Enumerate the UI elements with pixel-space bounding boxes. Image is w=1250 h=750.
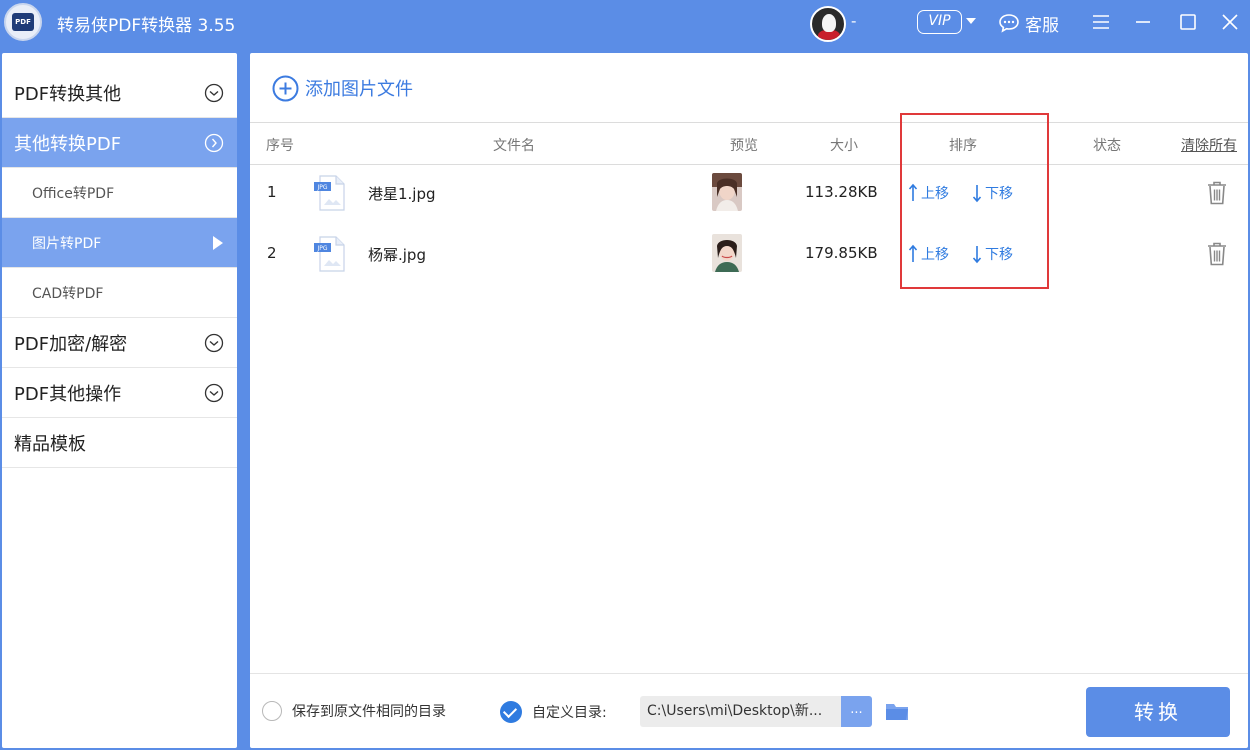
- sidebar-item-templates[interactable]: 精品模板: [2, 418, 237, 468]
- sidebar-item-label: 精品模板: [14, 433, 86, 455]
- same-dir-radio[interactable]: [262, 701, 282, 721]
- jpg-file-icon: JPG: [314, 175, 345, 211]
- browse-path-button[interactable]: ...: [841, 696, 872, 727]
- support-label: 客服: [1025, 15, 1059, 36]
- chevron-down-icon: [204, 333, 224, 353]
- sidebar-item-pdf-other-ops[interactable]: PDF其他操作: [2, 368, 237, 418]
- user-name[interactable]: -: [851, 12, 856, 30]
- same-dir-option[interactable]: 保存到原文件相同的目录: [262, 701, 446, 721]
- order-highlight-box: [900, 113, 1049, 289]
- sidebar-item-pdf-encrypt[interactable]: PDF加密/解密: [2, 318, 237, 368]
- main-panel: 添加图片文件 序号 文件名 预览 大小 排序 状态 清除所有 1 JPG 港星1…: [250, 53, 1248, 748]
- table-header: 序号 文件名 预览 大小 排序 状态 清除所有: [250, 123, 1248, 165]
- column-header-index: 序号: [266, 138, 294, 154]
- chevron-right-icon: [204, 133, 224, 153]
- title-bar: PDF 转易侠PDF转换器 3.55 - VIP 客服: [0, 0, 1250, 46]
- jpg-file-icon: JPG: [314, 236, 345, 272]
- sidebar-item-image-to-pdf[interactable]: 图片转PDF: [2, 218, 237, 268]
- file-size: 179.85KB: [805, 244, 878, 262]
- sidebar: PDF转换其他 其他转换PDF Office转PDF 图片转PDF CAD转PD…: [2, 53, 237, 748]
- svg-text:JPG: JPG: [316, 245, 327, 252]
- trash-icon[interactable]: [1205, 241, 1229, 267]
- minimize-icon[interactable]: [1132, 11, 1154, 33]
- app-logo-text: PDF: [12, 13, 34, 31]
- row-index: 1: [267, 183, 277, 201]
- output-path-field[interactable]: C:\Users\mi\Desktop\新...: [640, 696, 841, 727]
- preview-thumbnail[interactable]: [712, 173, 742, 211]
- custom-dir-label: 自定义目录:: [532, 705, 607, 721]
- vip-badge[interactable]: VIP: [917, 10, 962, 34]
- user-avatar[interactable]: [810, 6, 846, 42]
- column-header-filename: 文件名: [493, 138, 535, 154]
- chevron-down-icon: [204, 83, 224, 103]
- table-row: 2 JPG 杨幂.jpg 179.85KB 上移 下移: [250, 225, 1248, 285]
- table-row: 1 JPG 港星1.jpg 113.28KB 上移 下移: [250, 164, 1248, 224]
- sidebar-item-office-to-pdf[interactable]: Office转PDF: [2, 168, 237, 218]
- app-title: 转易侠PDF转换器 3.55: [57, 16, 236, 36]
- chat-bubble-icon: [999, 14, 1019, 33]
- maximize-icon[interactable]: [1177, 11, 1199, 33]
- menu-icon[interactable]: [1090, 11, 1112, 33]
- custom-dir-radio[interactable]: [500, 701, 522, 723]
- active-arrow-icon: [213, 236, 223, 250]
- chevron-down-icon: [204, 383, 224, 403]
- svg-text:JPG: JPG: [316, 184, 327, 191]
- sidebar-item-cad-to-pdf[interactable]: CAD转PDF: [2, 268, 237, 318]
- clear-all-link[interactable]: 清除所有: [1181, 135, 1237, 155]
- plus-circle-icon: [272, 75, 299, 101]
- add-image-files-button[interactable]: 添加图片文件: [272, 74, 413, 102]
- close-icon[interactable]: [1219, 11, 1241, 33]
- file-name: 杨幂.jpg: [368, 246, 426, 264]
- column-header-preview: 预览: [730, 138, 758, 154]
- file-name: 港星1.jpg: [368, 185, 436, 203]
- add-image-files-label: 添加图片文件: [305, 79, 413, 100]
- row-index: 2: [267, 244, 277, 262]
- sidebar-item-label: 其他转换PDF: [14, 133, 122, 155]
- sidebar-item-label: PDF其他操作: [14, 383, 122, 405]
- support-button[interactable]: 客服: [998, 10, 1059, 36]
- vip-dropdown-icon[interactable]: [966, 18, 976, 24]
- same-dir-label: 保存到原文件相同的目录: [292, 704, 446, 720]
- custom-dir-option[interactable]: 自定义目录:: [500, 701, 607, 723]
- file-size: 113.28KB: [805, 183, 878, 201]
- sidebar-item-pdf-to-other[interactable]: PDF转换其他: [2, 68, 237, 118]
- sidebar-item-label: 图片转PDF: [32, 235, 102, 252]
- preview-thumbnail[interactable]: [712, 234, 742, 272]
- trash-icon[interactable]: [1205, 180, 1229, 206]
- convert-button[interactable]: 转换: [1086, 687, 1230, 737]
- sidebar-item-label: PDF转换其他: [14, 83, 122, 105]
- folder-icon[interactable]: [884, 700, 910, 722]
- sidebar-item-other-to-pdf[interactable]: 其他转换PDF: [2, 118, 237, 168]
- column-header-status: 状态: [1093, 138, 1121, 154]
- sidebar-item-label: Office转PDF: [32, 185, 115, 202]
- sidebar-item-label: PDF加密/解密: [14, 333, 128, 355]
- app-logo-icon: PDF: [4, 3, 42, 41]
- divider: [250, 673, 1248, 674]
- sidebar-item-label: CAD转PDF: [32, 285, 104, 302]
- column-header-size: 大小: [830, 138, 858, 154]
